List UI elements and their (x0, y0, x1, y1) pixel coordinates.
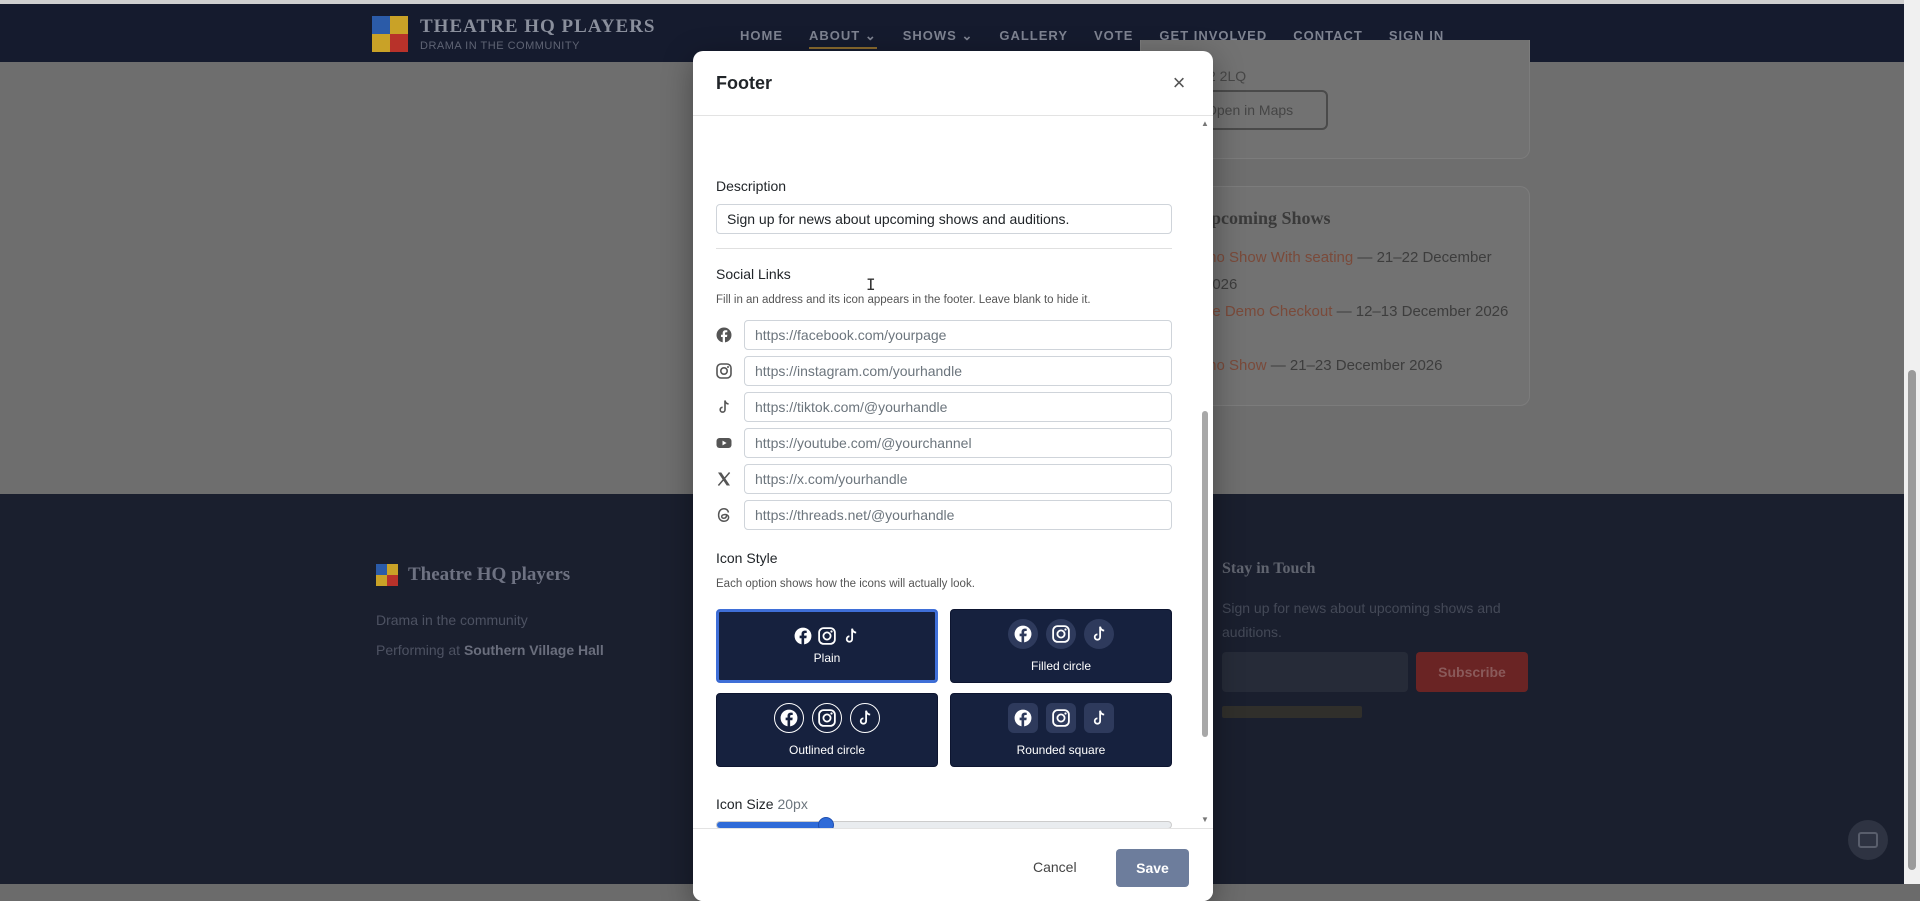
address-text: 2 2LQ (1208, 68, 1247, 84)
chat-button[interactable] (1848, 820, 1888, 860)
site-tagline: DRAMA IN THE COMMUNITY (420, 40, 580, 52)
social-row-youtube: https://youtube.com/@yourchannel (716, 428, 1172, 458)
icon-style-help: Each option shows how the icons will act… (716, 578, 975, 590)
instagram-url-input[interactable]: https://instagram.com/yourhandle (744, 356, 1172, 386)
icon-style-rounded-square-option[interactable]: Rounded square (950, 693, 1172, 767)
chat-icon (1858, 832, 1878, 848)
tiktok-icon (850, 703, 880, 733)
subscribe-button[interactable]: Subscribe (1416, 652, 1528, 692)
slider-thumb[interactable] (817, 817, 834, 828)
modal-footer: Cancel Save (693, 828, 1213, 901)
close-icon[interactable]: × (1169, 72, 1189, 94)
youtube-url-input[interactable]: https://youtube.com/@yourchannel (744, 428, 1172, 458)
style-preview-icons (717, 626, 937, 646)
social-row-tiktok: https://tiktok.com/@yourhandle (716, 392, 1172, 422)
divider (716, 248, 1172, 249)
footer-venue-prefix: Performing at (376, 642, 464, 658)
style-preview-icons (717, 703, 937, 733)
upcoming-show-item: mo Show With seating — 21–22 December 20… (1204, 244, 1524, 298)
cancel-button[interactable]: Cancel (1033, 859, 1077, 875)
style-label: Outlined circle (788, 743, 866, 757)
nav-home[interactable]: HOME (740, 28, 783, 49)
style-label: Rounded square (1016, 743, 1106, 757)
tiktok-url-input[interactable]: https://tiktok.com/@yourhandle (744, 392, 1172, 422)
youtube-icon (716, 435, 732, 451)
nav-gallery[interactable]: GALLERY (999, 28, 1068, 49)
style-label: Plain (813, 651, 841, 665)
facebook-icon (793, 626, 813, 646)
tiktok-icon (716, 399, 732, 415)
social-links-help: Fill in an address and its icon appears … (716, 294, 1091, 306)
instagram-icon (812, 703, 842, 733)
footer-tagline: Drama in the community (376, 612, 528, 628)
instagram-icon (817, 626, 837, 646)
instagram-icon (1046, 619, 1076, 649)
description-input[interactable]: Sign up for news about upcoming shows an… (716, 204, 1172, 234)
threads-url-input[interactable]: https://threads.net/@yourhandle (744, 500, 1172, 530)
instagram-icon (1046, 703, 1076, 733)
modal-header: Footer × (693, 51, 1213, 116)
modal-body[interactable]: Description Sign up for news about upcom… (693, 116, 1213, 828)
page-scrollbar[interactable] (1904, 0, 1920, 884)
modal-scrollbar-thumb[interactable] (1202, 411, 1208, 737)
tiktok-icon (841, 626, 861, 646)
style-preview-icons (951, 703, 1171, 733)
site-name[interactable]: THEATRE HQ PLAYERS (420, 16, 656, 38)
text-cursor-icon: I (866, 275, 876, 294)
social-row-threads: https://threads.net/@yourhandle (716, 500, 1172, 530)
stay-in-touch-description: Sign up for news about upcoming shows an… (1222, 600, 1501, 640)
nav-about[interactable]: ABOUT ⌄ (809, 28, 877, 49)
page-scrollbar-thumb[interactable] (1908, 370, 1916, 870)
icon-size-label: Icon Size 20px (716, 796, 808, 812)
footer-title: Theatre HQ players (408, 564, 571, 585)
save-button[interactable]: Save (1116, 849, 1189, 887)
newsletter-note (1222, 706, 1362, 718)
newsletter-email-input[interactable] (1222, 652, 1408, 692)
footer-venue-link[interactable]: Southern Village Hall (464, 642, 604, 658)
nav-shows[interactable]: SHOWS ⌄ (903, 28, 974, 49)
icon-style-filled-circle-option[interactable]: Filled circle (950, 609, 1172, 683)
icon-style-label: Icon Style (716, 550, 778, 566)
style-preview-icons (951, 619, 1171, 649)
icon-style-outlined-circle-option[interactable]: Outlined circle (716, 693, 938, 767)
scroll-up-arrow-icon[interactable]: ▲ (1201, 119, 1209, 128)
show-link[interactable]: mo Show (1204, 357, 1267, 374)
site-logo[interactable] (372, 16, 408, 52)
facebook-icon (1008, 703, 1038, 733)
icon-size-value: 20px (777, 796, 808, 812)
show-dates: — 21–23 December 2026 (1266, 357, 1443, 374)
description-label: Description (716, 178, 787, 194)
facebook-icon (1008, 619, 1038, 649)
social-row-instagram: https://instagram.com/yourhandle (716, 356, 1172, 386)
show-link[interactable]: mo Show With seating (1204, 249, 1353, 266)
x-icon (716, 471, 732, 487)
nav-vote[interactable]: VOTE (1094, 28, 1133, 49)
footer-settings-modal: Footer × Description Sign up for news ab… (693, 51, 1213, 901)
icon-style-plain-option[interactable]: Plain (716, 609, 938, 683)
upcoming-shows-title: Upcoming Shows (1198, 208, 1331, 228)
icon-size-label-text: Icon Size (716, 796, 774, 812)
stay-in-touch-title: Stay in Touch (1222, 560, 1316, 577)
facebook-icon (774, 703, 804, 733)
upcoming-show-item: mo Show — 21–23 December 2026 (1204, 352, 1524, 379)
scroll-down-arrow-icon[interactable]: ▼ (1201, 815, 1209, 824)
show-dates: — 12–13 December 2026 (1332, 303, 1509, 320)
tiktok-icon (1084, 703, 1114, 733)
icon-size-slider[interactable] (716, 817, 1172, 828)
upcoming-show-item: de Demo Checkout — 12–13 December 2026 (1204, 298, 1524, 325)
modal-title: Footer (716, 73, 772, 93)
instagram-icon (716, 363, 732, 379)
social-links-label: Social Links (716, 266, 791, 282)
social-row-facebook: https://facebook.com/yourpage (716, 320, 1172, 350)
threads-icon (716, 507, 732, 523)
footer-venue: Performing at Southern Village Hall (376, 642, 604, 658)
x-url-input[interactable]: https://x.com/yourhandle (744, 464, 1172, 494)
social-row-x: https://x.com/yourhandle (716, 464, 1172, 494)
show-link[interactable]: de Demo Checkout (1204, 303, 1332, 320)
tiktok-icon (1084, 619, 1114, 649)
facebook-icon (716, 327, 732, 343)
footer-logo (376, 564, 398, 586)
style-label: Filled circle (1030, 659, 1091, 673)
facebook-url-input[interactable]: https://facebook.com/yourpage (744, 320, 1172, 350)
